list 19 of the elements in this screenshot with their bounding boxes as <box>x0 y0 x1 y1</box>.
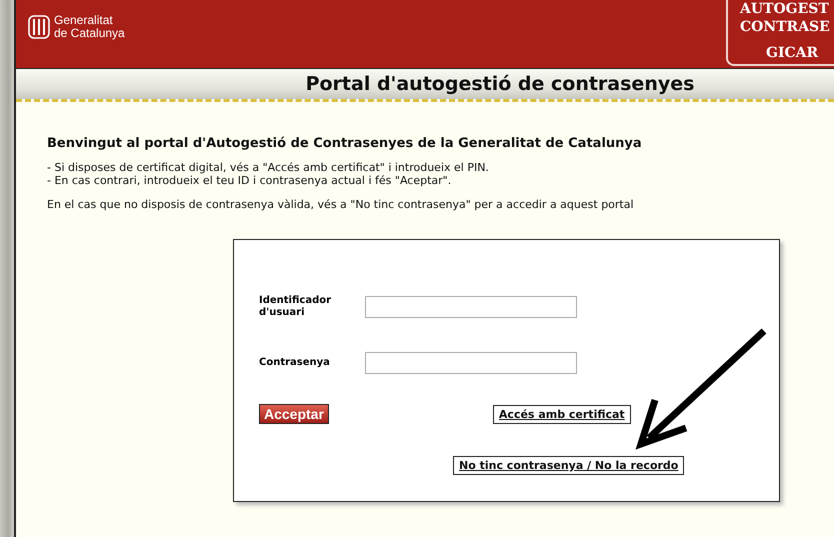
certificate-link[interactable]: Accés amb certificat <box>492 404 631 424</box>
accept-button[interactable]: Acceptar <box>259 404 329 424</box>
logo-icon <box>28 15 50 39</box>
forgot-password-link[interactable]: No tinc contrasenya / No la recordo <box>453 456 684 475</box>
badge-text: GICAR <box>766 44 818 62</box>
instruction-text: - En cas contrari, introdueix el teu ID i contrasenya actual i fés "Aceptar". <box>47 174 452 187</box>
field-label: Contrasenya <box>259 357 331 369</box>
instruction-text: - Si disposes de certificat digital, vés a "Accés amb certificat" i introdueix el PIN. <box>47 161 489 174</box>
field-label: Identificador d'usuari <box>259 295 332 319</box>
badge-text: CONTRASE <box>740 18 830 36</box>
username-field[interactable] <box>365 296 577 318</box>
arrow-icon <box>635 326 769 450</box>
page-title: Portal d'autogestió de contrasenyes <box>306 73 694 95</box>
logo-text: Generalitat <box>54 14 113 27</box>
welcome-heading: Benvingut al portal d'Autogestió de Contrasenyes de la Generalitat de Catalunya <box>47 136 642 151</box>
note-text: En el cas que no disposis de contrasenya vàlida, vés a "No tinc contrasenya" per a accedir a aquest portal <box>47 198 634 211</box>
logo-text: de Catalunya <box>54 27 125 40</box>
badge-text: AUTOGEST <box>740 0 829 18</box>
password-field[interactable] <box>365 352 577 374</box>
